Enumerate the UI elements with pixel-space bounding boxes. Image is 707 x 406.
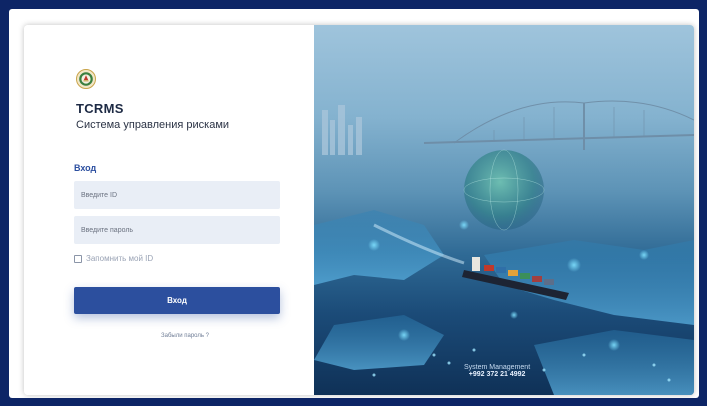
remember-me-label[interactable]: Запомнить мой ID: [86, 254, 153, 263]
app-subtitle: Система управления рисками: [76, 119, 230, 131]
id-input[interactable]: [74, 181, 280, 209]
login-panel: TCRMS Система управления рисками Вход За…: [24, 25, 314, 395]
hero-footer-phone: +992 372 21 4992: [468, 371, 526, 378]
globe: [464, 150, 544, 230]
login-button[interactable]: Вход: [74, 287, 280, 314]
hero-image: System Management +992 372 21 4992: [314, 25, 694, 395]
hero-illustration: [314, 100, 694, 395]
forgot-password-link[interactable]: Забыли пароль ?: [24, 333, 346, 339]
login-section-title: Вход: [74, 163, 97, 173]
hero-footer: System Management +992 372 21 4992: [464, 364, 530, 378]
remember-me-checkbox[interactable]: [74, 254, 82, 263]
bridge: [423, 100, 694, 150]
emblem-logo-icon: [76, 69, 96, 89]
app-name: TCRMS: [76, 101, 124, 116]
hero-footer-line1: System Management: [464, 364, 531, 371]
password-input[interactable]: [74, 216, 280, 244]
login-card: TCRMS Система управления рисками Вход За…: [24, 25, 694, 395]
login-window: TCRMS Система управления рисками Вход За…: [9, 9, 699, 398]
city-skyline: [322, 105, 362, 155]
remember-me-row[interactable]: Запомнить мой ID: [74, 254, 153, 263]
